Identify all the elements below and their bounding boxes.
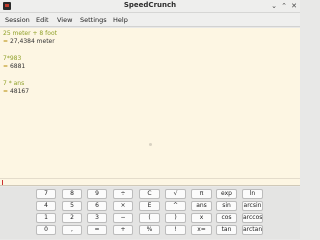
key-tan[interactable]: tan xyxy=(216,225,237,235)
result-marker: = xyxy=(3,63,9,70)
result-marker: = xyxy=(3,38,9,45)
result-value: 6881 xyxy=(9,63,26,70)
key-divide[interactable]: ÷ xyxy=(113,189,133,199)
key-arctan[interactable]: arctan xyxy=(242,225,263,235)
key-ans[interactable]: ans xyxy=(191,201,212,211)
key-subtract[interactable]: − xyxy=(113,213,133,223)
key-arccos[interactable]: arccos xyxy=(242,213,263,223)
key-pi[interactable]: π xyxy=(191,189,212,199)
key-3[interactable]: 3 xyxy=(87,213,107,223)
key-2[interactable]: 2 xyxy=(62,213,82,223)
key-close-paren[interactable]: ) xyxy=(165,213,186,223)
title-bar: SpeedCrunch ⌄ ⌃ ✕ xyxy=(0,0,300,13)
maximize-icon[interactable]: ⌃ xyxy=(279,1,289,11)
result-line: = 27,4384 meter xyxy=(3,38,55,45)
key-exp[interactable]: exp xyxy=(216,189,237,199)
key-assign-x[interactable]: x= xyxy=(191,225,212,235)
menu-help[interactable]: Help xyxy=(113,16,128,24)
key-1[interactable]: 1 xyxy=(36,213,56,223)
result-display[interactable]: 25 meter + 8 foot = 27,4384 meter 7*983 … xyxy=(0,28,300,178)
mouse-cursor-icon xyxy=(149,143,152,146)
key-ln[interactable]: ln xyxy=(242,189,263,199)
key-factorial[interactable]: ! xyxy=(165,225,186,235)
key-4[interactable]: 4 xyxy=(36,201,56,211)
key-percent[interactable]: % xyxy=(139,225,160,235)
expression-editor[interactable] xyxy=(0,178,300,186)
key-x[interactable]: x xyxy=(191,213,212,223)
key-7[interactable]: 7 xyxy=(36,189,56,199)
key-decimal-comma[interactable]: , xyxy=(62,225,82,235)
key-equals[interactable]: = xyxy=(87,225,107,235)
result-marker: = xyxy=(3,88,9,95)
key-5[interactable]: 5 xyxy=(62,201,82,211)
key-add[interactable]: + xyxy=(113,225,133,235)
key-power[interactable]: ^ xyxy=(165,201,186,211)
close-icon[interactable]: ✕ xyxy=(289,1,299,11)
minimize-icon[interactable]: ⌄ xyxy=(269,1,279,11)
key-sin[interactable]: sin xyxy=(216,201,237,211)
key-multiply[interactable]: × xyxy=(113,201,133,211)
key-6[interactable]: 6 xyxy=(87,201,107,211)
key-exponent-e[interactable]: E xyxy=(139,201,160,211)
key-open-paren[interactable]: ( xyxy=(139,213,160,223)
key-8[interactable]: 8 xyxy=(62,189,82,199)
menu-view[interactable]: View xyxy=(57,16,72,24)
menu-settings[interactable]: Settings xyxy=(80,16,107,24)
key-9[interactable]: 9 xyxy=(87,189,107,199)
menu-bar: Session Edit View Settings Help xyxy=(0,13,300,27)
result-value: 27,4384 meter xyxy=(9,38,55,45)
key-cos[interactable]: cos xyxy=(216,213,237,223)
menu-edit[interactable]: Edit xyxy=(36,16,49,24)
result-line: = 6881 xyxy=(3,63,25,70)
keypad: 7 8 9 ÷ C √ π exp ln 4 5 6 × E ^ ans sin… xyxy=(0,187,300,239)
key-clear[interactable]: C xyxy=(139,189,160,199)
menu-session[interactable]: Session xyxy=(5,16,30,24)
key-sqrt[interactable]: √ xyxy=(165,189,186,199)
window-title: SpeedCrunch xyxy=(123,1,177,9)
result-value: 48167 xyxy=(9,88,30,95)
key-arcsin[interactable]: arcsin xyxy=(242,201,263,211)
expression-line: 7*983 xyxy=(3,55,22,62)
expression-line: 7 * ans xyxy=(3,80,25,87)
expression-line: 25 meter + 8 foot xyxy=(3,30,57,37)
result-line: = 48167 xyxy=(3,88,29,95)
key-0[interactable]: 0 xyxy=(36,225,56,235)
text-caret xyxy=(2,180,3,185)
